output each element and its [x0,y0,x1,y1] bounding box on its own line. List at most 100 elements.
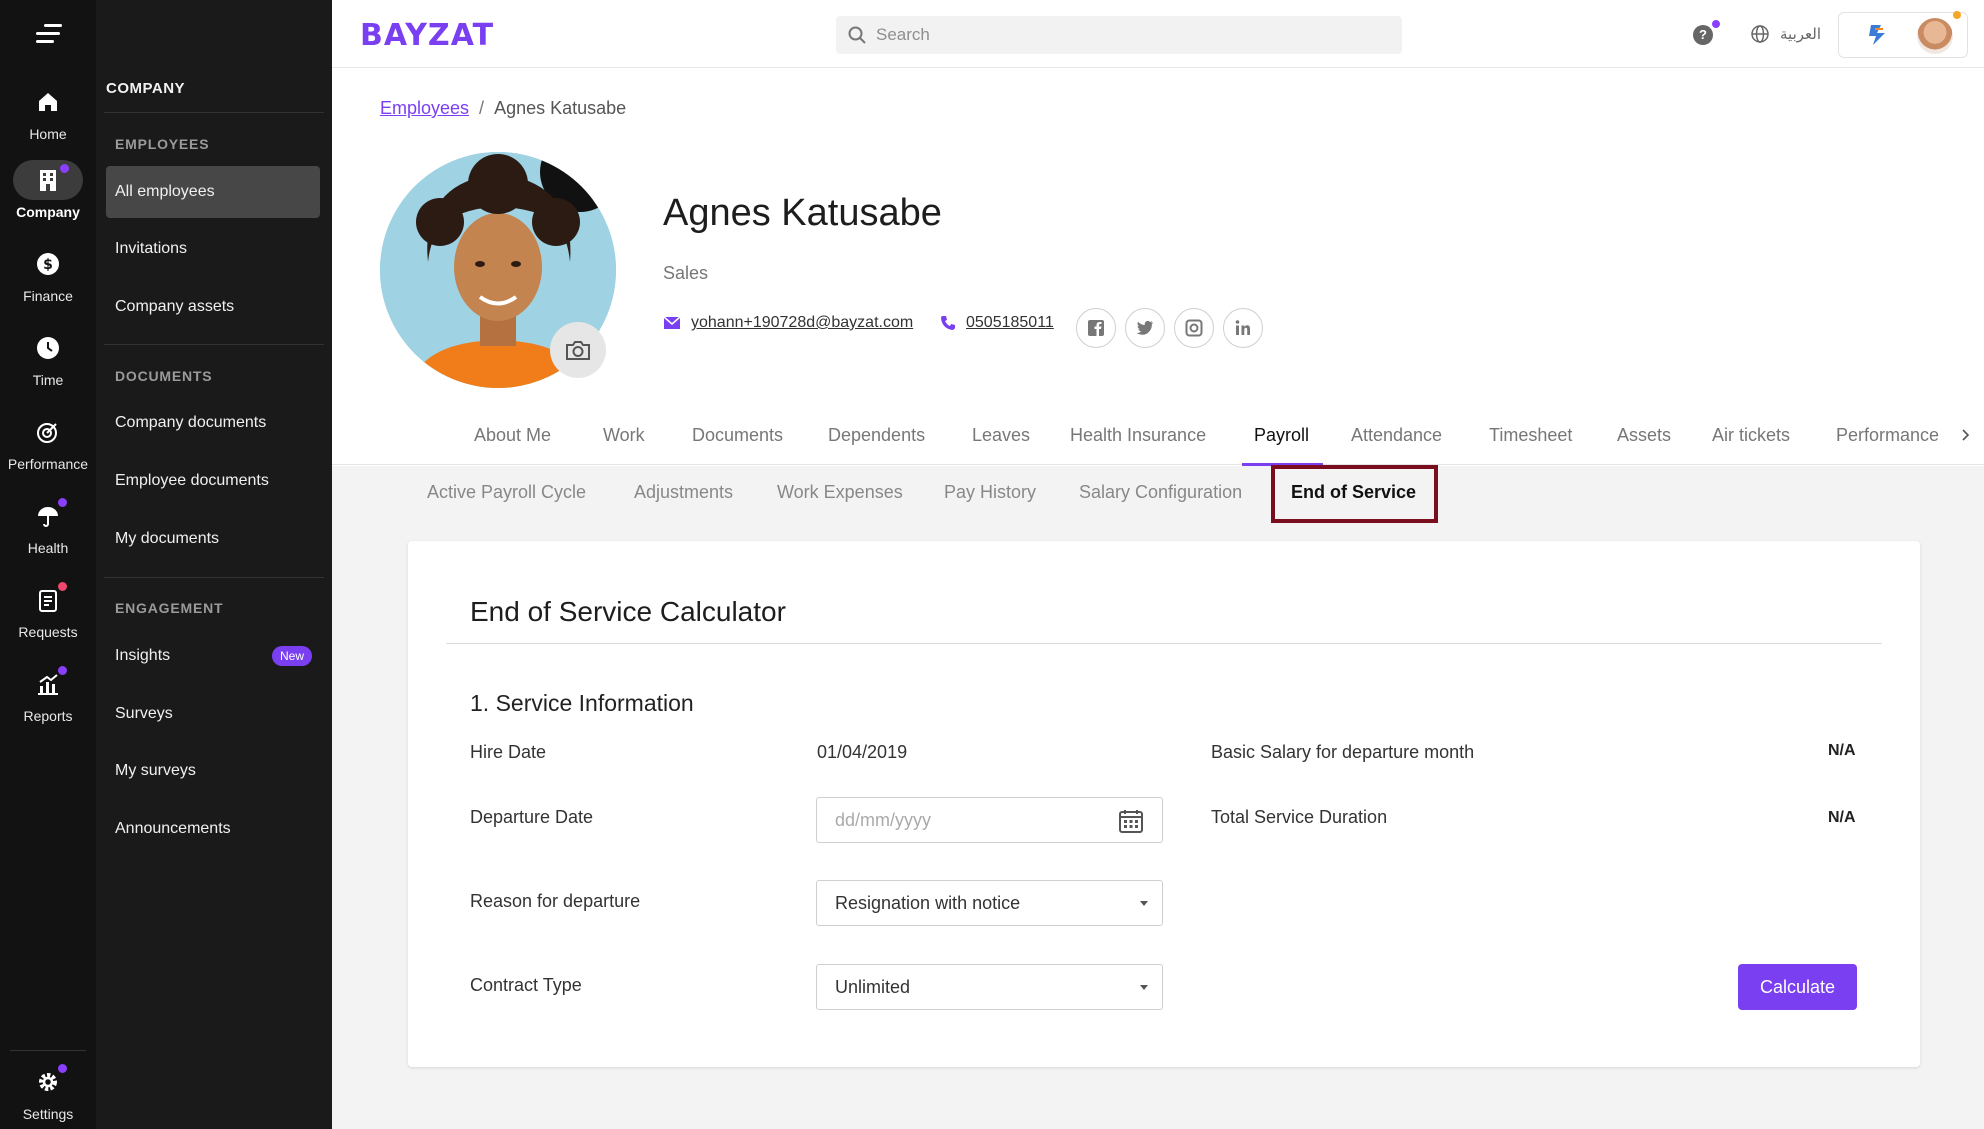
sidebar-item-my-documents[interactable]: My documents [106,513,320,565]
sidebar-item-employee-documents[interactable]: Employee documents [106,455,320,507]
top-header: BAYZAT ? العربية [332,0,1984,68]
breadcrumb-link-employees[interactable]: Employees [380,98,469,118]
rail-item-company[interactable]: Company [0,160,96,220]
camera-icon [566,341,590,360]
sidebar-section-engagement: ENGAGEMENT [115,600,224,616]
user-menu[interactable] [1838,11,1968,58]
sidebar-item-company-documents[interactable]: Company documents [106,397,320,449]
rail-item-settings[interactable]: Settings [0,1062,96,1122]
sidebar-item-insights[interactable]: Insights New [106,630,320,682]
caret-down-icon [1140,985,1148,990]
hire-date-label: Hire Date [470,742,547,762]
menu-icon[interactable] [36,24,62,46]
contract-type-select[interactable]: Unlimited [816,964,1163,1010]
globe-icon [1751,25,1769,43]
home-icon [13,82,83,122]
tab-about-me[interactable]: About Me [474,425,551,465]
tab-performance[interactable]: Performance [1836,425,1939,465]
sidebar-title: COMPANY [106,80,186,97]
profile-tabs: About Me Work Documents Dependents Leave… [332,415,1984,466]
rail-item-health[interactable]: Health [0,496,96,556]
sidebar-item-company-assets[interactable]: Company assets [106,281,320,333]
sidebar-item-announcements[interactable]: Announcements [106,803,320,855]
mail-icon [663,316,681,329]
instagram-button[interactable] [1174,308,1214,348]
tab-documents[interactable]: Documents [692,425,783,465]
language-label: العربية [1780,26,1821,43]
phone-icon [941,316,955,330]
help-icon[interactable]: ? [1693,25,1713,45]
notification-dot [58,498,67,507]
total-duration-value: N/A [1828,809,1856,826]
contract-type-label: Contract Type [470,975,582,995]
notification-dot [58,1064,67,1073]
tab-assets[interactable]: Assets [1617,425,1671,465]
email-link[interactable]: yohann+190728d@bayzat.com [691,314,913,332]
reason-select-value: Resignation with notice [835,892,1021,913]
reason-select[interactable]: Resignation with notice [816,880,1163,926]
basic-salary-value: N/A [1828,742,1856,759]
rail-item-home[interactable]: Home [0,82,96,142]
bayzat-logo[interactable]: BAYZAT [360,18,494,53]
facebook-button[interactable] [1076,308,1116,348]
phone-link[interactable]: 0505185011 [966,314,1054,332]
twitter-button[interactable] [1125,308,1165,348]
notification-dot [60,164,69,173]
email-contact: yohann+190728d@bayzat.com [663,314,913,332]
subtab-work-expenses[interactable]: Work Expenses [777,482,903,503]
sidebar-item-label: Insights [115,647,171,664]
rail-label: Performance [7,456,89,472]
search-input[interactable] [876,25,1376,45]
tab-work[interactable]: Work [603,425,645,465]
subtab-salary-configuration[interactable]: Salary Configuration [1079,482,1242,503]
caret-down-icon [1140,901,1148,906]
subtab-active-payroll-cycle[interactable]: Active Payroll Cycle [427,482,586,503]
language-switcher[interactable]: العربية [1750,24,1821,44]
calculate-button[interactable]: Calculate [1738,964,1857,1010]
umbrella-icon [13,496,83,536]
rail-item-requests[interactable]: Requests [0,580,96,640]
departure-date-field [816,797,1163,843]
sidebar-divider [104,344,324,345]
change-photo-button[interactable] [550,322,606,378]
tab-leaves[interactable]: Leaves [972,425,1030,465]
facebook-icon [1088,320,1104,336]
target-icon [13,412,83,452]
tab-payroll[interactable]: Payroll [1241,425,1324,466]
twitter-icon [1136,320,1153,335]
chevron-right-icon[interactable] [1960,429,1972,441]
rail-label: Settings [22,1106,74,1122]
tab-attendance[interactable]: Attendance [1351,425,1442,465]
search-icon [848,26,866,44]
rail-item-finance[interactable]: $ Finance [0,244,96,304]
rail-item-performance[interactable]: Performance [0,412,96,472]
tab-timesheet[interactable]: Timesheet [1489,425,1572,465]
employee-name: Agnes Katusabe [663,192,942,234]
linkedin-button[interactable] [1223,308,1263,348]
sidebar-divider [104,577,324,578]
dollar-icon: $ [13,244,83,284]
subtab-pay-history[interactable]: Pay History [944,482,1036,503]
basic-salary-label: Basic Salary for departure month [1211,742,1475,762]
tab-dependents[interactable]: Dependents [828,425,925,465]
sidebar-item-my-surveys[interactable]: My surveys [106,745,320,797]
new-badge: New [271,646,312,666]
departure-date-input[interactable] [835,809,1105,831]
rail-item-time[interactable]: Time [0,328,96,388]
rail-label: Requests [18,624,78,640]
instagram-icon [1185,319,1203,337]
rail-label: Company [16,204,80,220]
hire-date-value: 01/04/2019 [817,742,908,762]
sidebar-item-invitations[interactable]: Invitations [106,223,320,275]
sidebar-item-all-employees[interactable]: All employees [106,166,320,218]
calculator-title: End of Service Calculator [470,596,786,627]
breadcrumb-current: Agnes Katusabe [494,98,627,118]
tab-health-insurance[interactable]: Health Insurance [1070,425,1206,465]
sidebar-section-employees: EMPLOYEES [115,136,210,152]
calendar-icon[interactable] [1118,808,1144,834]
subtab-adjustments[interactable]: Adjustments [634,482,733,503]
rail-label: Home [29,126,67,142]
sidebar-item-surveys[interactable]: Surveys [106,688,320,740]
rail-item-reports[interactable]: Reports [0,664,96,724]
tab-air-tickets[interactable]: Air tickets [1712,425,1790,465]
